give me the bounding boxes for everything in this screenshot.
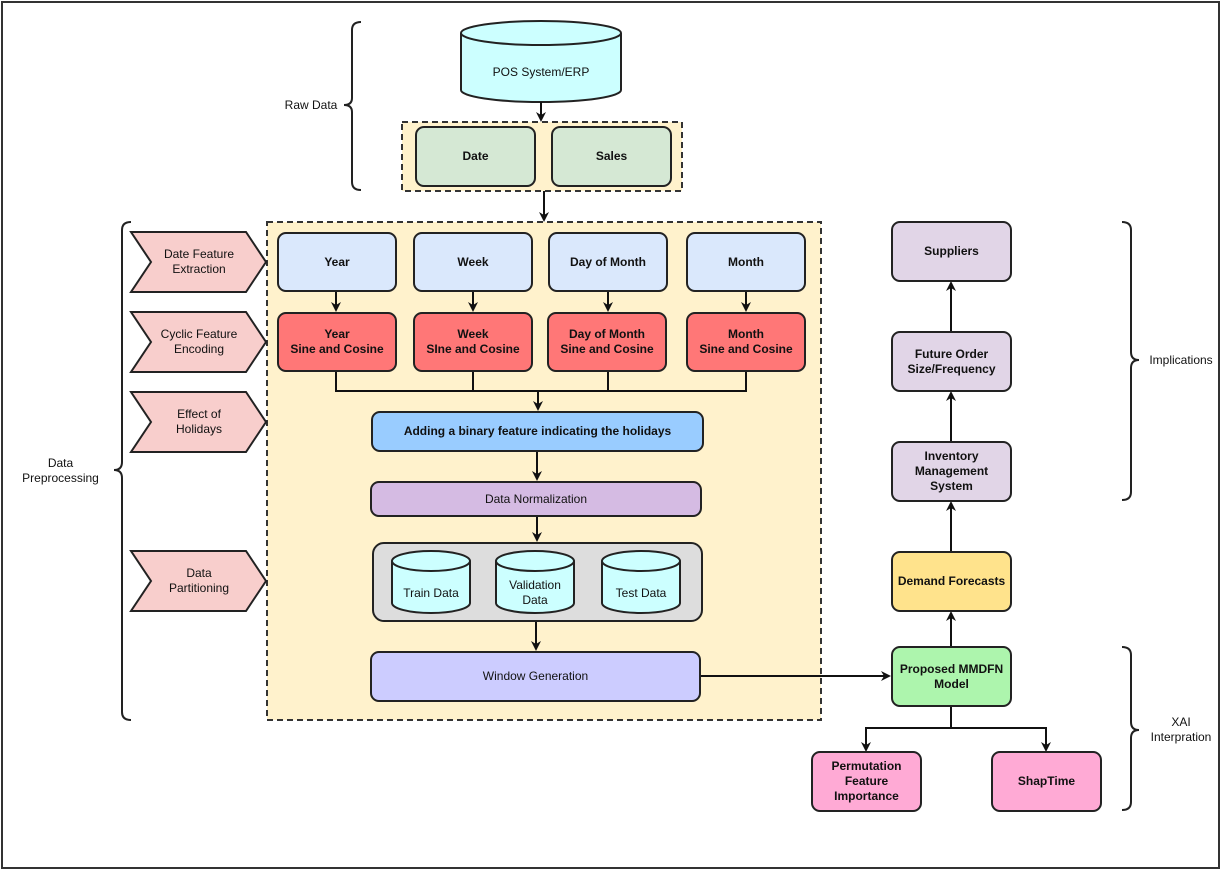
group-label-raw-data: Raw Data [284, 98, 338, 112]
holiday-feature-step: Adding a binary feature indicating the h… [371, 411, 704, 452]
group-label-data-preprocessing: Data Preprocessing [22, 456, 99, 485]
split-line-xai [865, 706, 1047, 749]
preprocessing-panel [266, 221, 822, 721]
group-label-implications: Implications [1149, 353, 1213, 367]
cyclic-feature-year: Year Sine and Cosine [277, 312, 397, 372]
pos-system-label: POS System/ERP [492, 65, 590, 79]
xai-permutation-feature-importance: Permutation Feature Importance [811, 751, 922, 812]
demand-forecasts-node: Demand Forecasts [891, 551, 1012, 612]
split-validation-data: Validation Data [509, 578, 561, 607]
brace-implications [1121, 221, 1140, 501]
step-cyclic-feature-encoding: Cyclic Feature Encoding [160, 327, 238, 356]
data-normalization-step: Data Normalization [370, 481, 702, 517]
split-train-data: Train Data [403, 585, 459, 600]
xai-shaptime: ShapTime [991, 751, 1102, 812]
date-feature-year: Year [277, 232, 397, 292]
future-order-node: Future Order Size/Frequency [891, 331, 1012, 392]
step-data-partitioning: Data Partitioning [168, 566, 230, 595]
brace-raw-data [343, 21, 362, 191]
raw-field-date: Date [415, 126, 536, 187]
step-date-feature-extraction: Date Feature Extraction [163, 247, 235, 276]
date-feature-month: Month [686, 232, 806, 292]
brace-data-preprocessing [113, 221, 132, 721]
suppliers-node: Suppliers [891, 221, 1012, 282]
date-feature-day-of-month: Day of Month [548, 232, 668, 292]
window-generation-step: Window Generation [370, 651, 701, 702]
raw-field-sales: Sales [551, 126, 672, 187]
brace-xai [1121, 646, 1140, 811]
cyclic-feature-day-of-month: Day of Month Sine and Cosine [547, 312, 667, 372]
mmdfn-model-node: Proposed MMDFN Model [891, 646, 1012, 707]
date-feature-week: Week [413, 232, 533, 292]
cyclic-feature-week: Week SIne and Cosine [413, 312, 533, 372]
cyclic-feature-month: Month Sine and Cosine [686, 312, 806, 372]
split-test-data: Test Data [615, 585, 667, 600]
inventory-management-node: Inventory Management System [891, 441, 1012, 502]
group-label-xai: XAI Interpration [1150, 715, 1212, 744]
step-effect-of-holidays: Effect of Holidays [175, 407, 223, 436]
